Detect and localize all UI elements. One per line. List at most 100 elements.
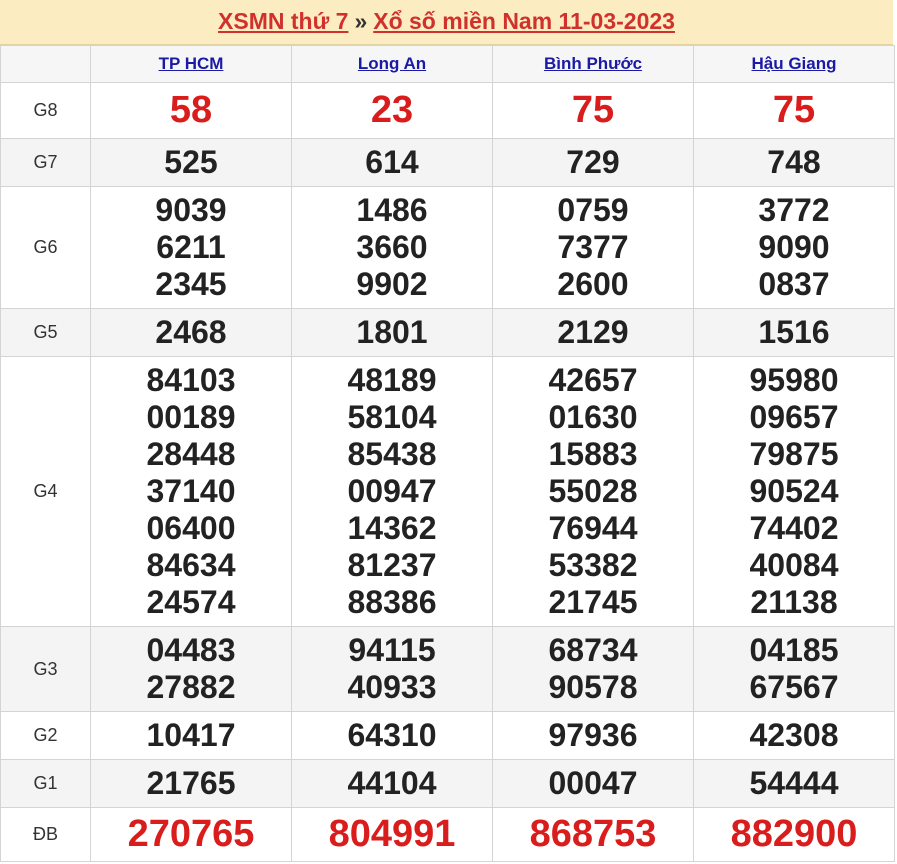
prize-cell: 04185 67567 [693, 626, 895, 712]
prize-number: 868753 [529, 813, 657, 855]
prize-number: 21765 [146, 765, 236, 801]
prize-number: 00189 [146, 399, 236, 435]
province-header-1: Long An [291, 45, 493, 83]
prize-number: 90524 [749, 473, 839, 509]
province-link-binh-phuoc[interactable]: Bình Phước [544, 54, 642, 73]
prize-number: 0759 [557, 192, 629, 228]
prize-number: 44104 [347, 765, 437, 801]
prize-row: G7 525 614 729 748 [0, 138, 895, 187]
prize-cell: 95980 09657 79875 90524 74402 40084 21138 [693, 356, 895, 627]
prize-number: 58 [169, 89, 213, 131]
prize-cell: 614 [291, 138, 493, 187]
prize-number: 40084 [749, 547, 839, 583]
prize-cell: 3772 9090 0837 [693, 186, 895, 309]
prize-number: 00947 [347, 473, 437, 509]
province-link-hau-giang[interactable]: Hậu Giang [751, 54, 836, 73]
prize-cell: 94115 40933 [291, 626, 493, 712]
prize-number: 40933 [347, 669, 437, 705]
prize-number: 9039 [155, 192, 227, 228]
prize-cell: 2468 [90, 308, 292, 357]
prize-cell: 75 [693, 82, 895, 139]
prize-number: 270765 [127, 813, 255, 855]
prize-cell: 58 [90, 82, 292, 139]
prize-number: 76944 [548, 510, 638, 546]
prize-number: 37140 [146, 473, 236, 509]
prize-label: G3 [0, 626, 91, 712]
prize-number: 94115 [348, 632, 436, 668]
prize-cell: 1801 [291, 308, 493, 357]
prize-number: 01630 [548, 399, 638, 435]
prize-number: 9902 [356, 266, 428, 302]
prize-number: 48189 [347, 362, 437, 398]
prize-label: ĐB [0, 807, 91, 862]
prize-number: 75 [772, 89, 816, 131]
prize-number: 27882 [146, 669, 236, 705]
prize-cell: 882900 [693, 807, 895, 862]
prize-cell: 97936 [492, 711, 694, 760]
prize-cell: 00047 [492, 759, 694, 808]
prize-row: G4 84103 00189 28448 37140 06400 84634 24574 481… [0, 356, 895, 627]
prize-label: G2 [0, 711, 91, 760]
prize-cell: 1486 3660 9902 [291, 186, 493, 309]
prize-number: 2345 [155, 266, 227, 302]
prize-row: ĐB 270765 804991 868753 882900 [0, 807, 895, 862]
prize-number: 748 [767, 144, 821, 180]
prize-number: 1801 [356, 314, 428, 350]
prize-number: 55028 [548, 473, 638, 509]
prize-number: 2600 [557, 266, 629, 302]
prize-number: 53382 [548, 547, 638, 583]
prize-cell: 2129 [492, 308, 694, 357]
prize-number: 24574 [146, 584, 236, 620]
prize-number: 68734 [548, 632, 638, 668]
prize-cell: 68734 90578 [492, 626, 694, 712]
prize-number: 729 [566, 144, 620, 180]
prize-number: 1486 [356, 192, 428, 228]
prize-number: 42308 [749, 717, 839, 753]
prize-number: 28448 [146, 436, 236, 472]
prize-label: G1 [0, 759, 91, 808]
prize-cell: 525 [90, 138, 292, 187]
prize-cell: 804991 [291, 807, 493, 862]
prize-number: 525 [164, 144, 218, 180]
prize-number: 1516 [758, 314, 830, 350]
prize-cell: 84103 00189 28448 37140 06400 84634 24574 [90, 356, 292, 627]
prize-label: G7 [0, 138, 91, 187]
province-link-tp-hcm[interactable]: TP HCM [159, 54, 224, 73]
prize-number: 21138 [750, 584, 838, 620]
prize-row: G6 9039 6211 2345 1486 3660 9902 0759 7377 2600 37… [0, 186, 895, 309]
prize-cell: 729 [492, 138, 694, 187]
prize-number: 97936 [548, 717, 638, 753]
xsmn-date-link[interactable]: Xổ số miền Nam 11-03-2023 [373, 8, 675, 34]
province-link-long-an[interactable]: Long An [358, 54, 426, 73]
prize-number: 90578 [548, 669, 638, 705]
prize-cell: 75 [492, 82, 694, 139]
prize-label: G4 [0, 356, 91, 627]
prize-label: G8 [0, 82, 91, 139]
xsmn-weekday-link[interactable]: XSMN thứ 7 [218, 8, 348, 34]
prize-number: 804991 [328, 813, 456, 855]
breadcrumb-separator: » [354, 8, 368, 34]
prize-cell: 748 [693, 138, 895, 187]
page-title: XSMN thứ 7» Xổ số miền Nam 11-03-2023 [0, 0, 893, 45]
prize-number: 81237 [347, 547, 437, 583]
prize-cell: 42308 [693, 711, 895, 760]
prize-number: 75 [571, 89, 615, 131]
prize-number: 14362 [347, 510, 437, 546]
prize-cell: 04483 27882 [90, 626, 292, 712]
prize-row: G2 10417 64310 97936 42308 [0, 711, 895, 760]
prize-cell: 10417 [90, 711, 292, 760]
prize-row: G1 21765 44104 00047 54444 [0, 759, 895, 808]
prize-number: 23 [370, 89, 414, 131]
prize-number: 0837 [758, 266, 830, 302]
lottery-results-table: TP HCM Long An Bình Phước Hậu Giang G8 58… [0, 45, 895, 862]
province-header-2: Bình Phước [492, 45, 694, 83]
prize-number: 09657 [749, 399, 839, 435]
prize-number: 74402 [749, 510, 839, 546]
prize-number: 882900 [730, 813, 858, 855]
prize-number: 88386 [347, 584, 437, 620]
prize-cell: 23 [291, 82, 493, 139]
province-header-row: TP HCM Long An Bình Phước Hậu Giang [0, 45, 895, 83]
prize-cell: 21765 [90, 759, 292, 808]
prize-number: 10417 [146, 717, 236, 753]
prize-number: 06400 [146, 510, 236, 546]
